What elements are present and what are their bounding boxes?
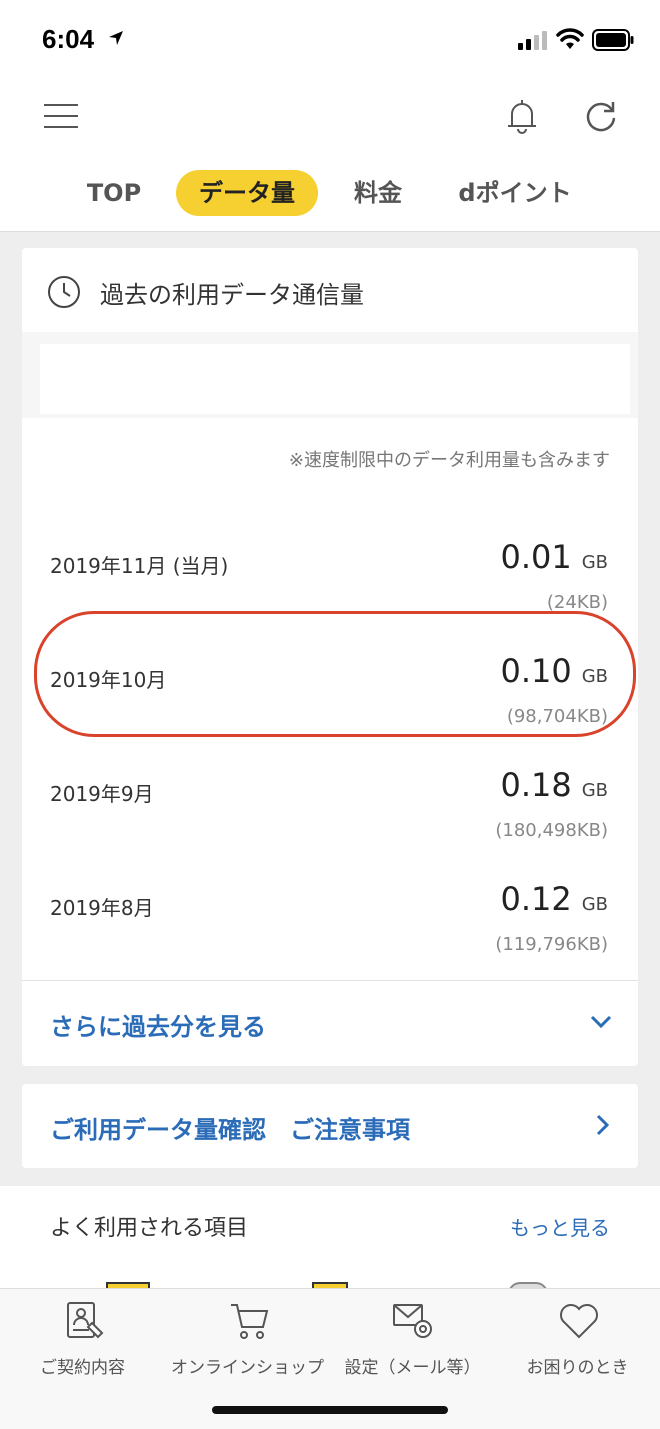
clock-icon [48, 276, 80, 308]
usage-gb-unit: GB [581, 552, 608, 573]
chevron-right-icon [596, 1114, 610, 1136]
status-bar: 6:04 [0, 0, 660, 80]
usage-gb-unit: GB [581, 894, 608, 915]
main-tabs: TOP データ量 料金 dポイント [0, 170, 660, 220]
banner-placeholder [22, 332, 638, 418]
location-arrow-icon [109, 31, 123, 45]
show-more-history-link[interactable]: さらに過去分を見る [22, 981, 638, 1066]
tab-data-usage[interactable]: データ量 [176, 170, 318, 216]
status-time: 6:04 [42, 24, 95, 54]
heart-icon [560, 1304, 598, 1339]
usage-month: 2019年8月 [50, 896, 154, 920]
card-title: 過去の利用データ通信量 [46, 272, 364, 312]
tabbar-item-help[interactable]: お困りのとき [495, 1295, 660, 1385]
refresh-icon[interactable] [583, 98, 619, 134]
tab-d-point[interactable]: dポイント [442, 170, 588, 216]
usage-kb-value: (180,498KB) [495, 820, 608, 841]
usage-kb-value: (24KB) [546, 592, 608, 613]
contract-icon [67, 1302, 104, 1339]
usage-gb-value: 0.01 [500, 538, 572, 576]
tabbar-item-contract[interactable]: ご契約内容 [0, 1295, 165, 1385]
data-history-card: 過去の利用データ通信量 ※速度制限中のデータ利用量も含みます 2019年11月 … [22, 248, 638, 1066]
home-indicator [212, 1406, 448, 1414]
cellular-signal-icon [518, 31, 547, 50]
tabbar-item-settings[interactable]: 設定（メール等） [330, 1295, 495, 1385]
usage-gb-value: 0.18 [500, 766, 572, 804]
bottom-tab-bar: ご契約内容 オンラインショップ 設定（メール等） お困りのとき [0, 1288, 660, 1429]
tab-top[interactable]: TOP [72, 170, 156, 216]
usage-row: 2019年8月 0.12 GB (119,796KB) [22, 858, 638, 970]
usage-gb-value: 0.12 [500, 880, 572, 918]
hamburger-menu-icon[interactable] [44, 104, 78, 132]
usage-kb-value: (119,796KB) [495, 934, 608, 955]
app-header: TOP データ量 料金 dポイント [0, 80, 660, 232]
tabbar-label: ご契約内容 [40, 1358, 125, 1378]
tabbar-label: 設定（メール等） [344, 1358, 481, 1378]
cart-icon [231, 1304, 269, 1339]
tabbar-label: オンラインショップ [171, 1358, 324, 1378]
usage-notes-link[interactable]: ご利用データ量確認 ご注意事項 [22, 1084, 638, 1168]
frequent-items-more-link[interactable]: もっと見る [510, 1212, 610, 1241]
highlight-circle [34, 611, 636, 737]
wifi-icon [556, 28, 584, 49]
usage-row: 2019年9月 0.18 GB (180,498KB) [22, 744, 638, 856]
tab-charges[interactable]: 料金 [338, 170, 418, 216]
bell-icon[interactable] [504, 96, 540, 136]
usage-month: 2019年11月 (当月) [50, 554, 229, 578]
mail-settings-icon [393, 1304, 432, 1338]
usage-note: ※速度制限中のデータ利用量も含みます [288, 450, 610, 471]
usage-notes-label: ご利用データ量確認 ご注意事項 [50, 1116, 410, 1144]
card-title-text: 過去の利用データ通信量 [100, 280, 364, 309]
tabbar-label: お困りのとき [526, 1358, 629, 1378]
frequent-items-title: よく利用される項目 [50, 1216, 249, 1241]
tabbar-item-online-shop[interactable]: オンラインショップ [165, 1295, 330, 1385]
usage-gb-unit: GB [581, 780, 608, 801]
show-more-label: さらに過去分を見る [50, 1013, 266, 1041]
usage-month: 2019年9月 [50, 782, 154, 806]
battery-icon [592, 29, 634, 51]
chevron-down-icon [590, 1015, 612, 1029]
